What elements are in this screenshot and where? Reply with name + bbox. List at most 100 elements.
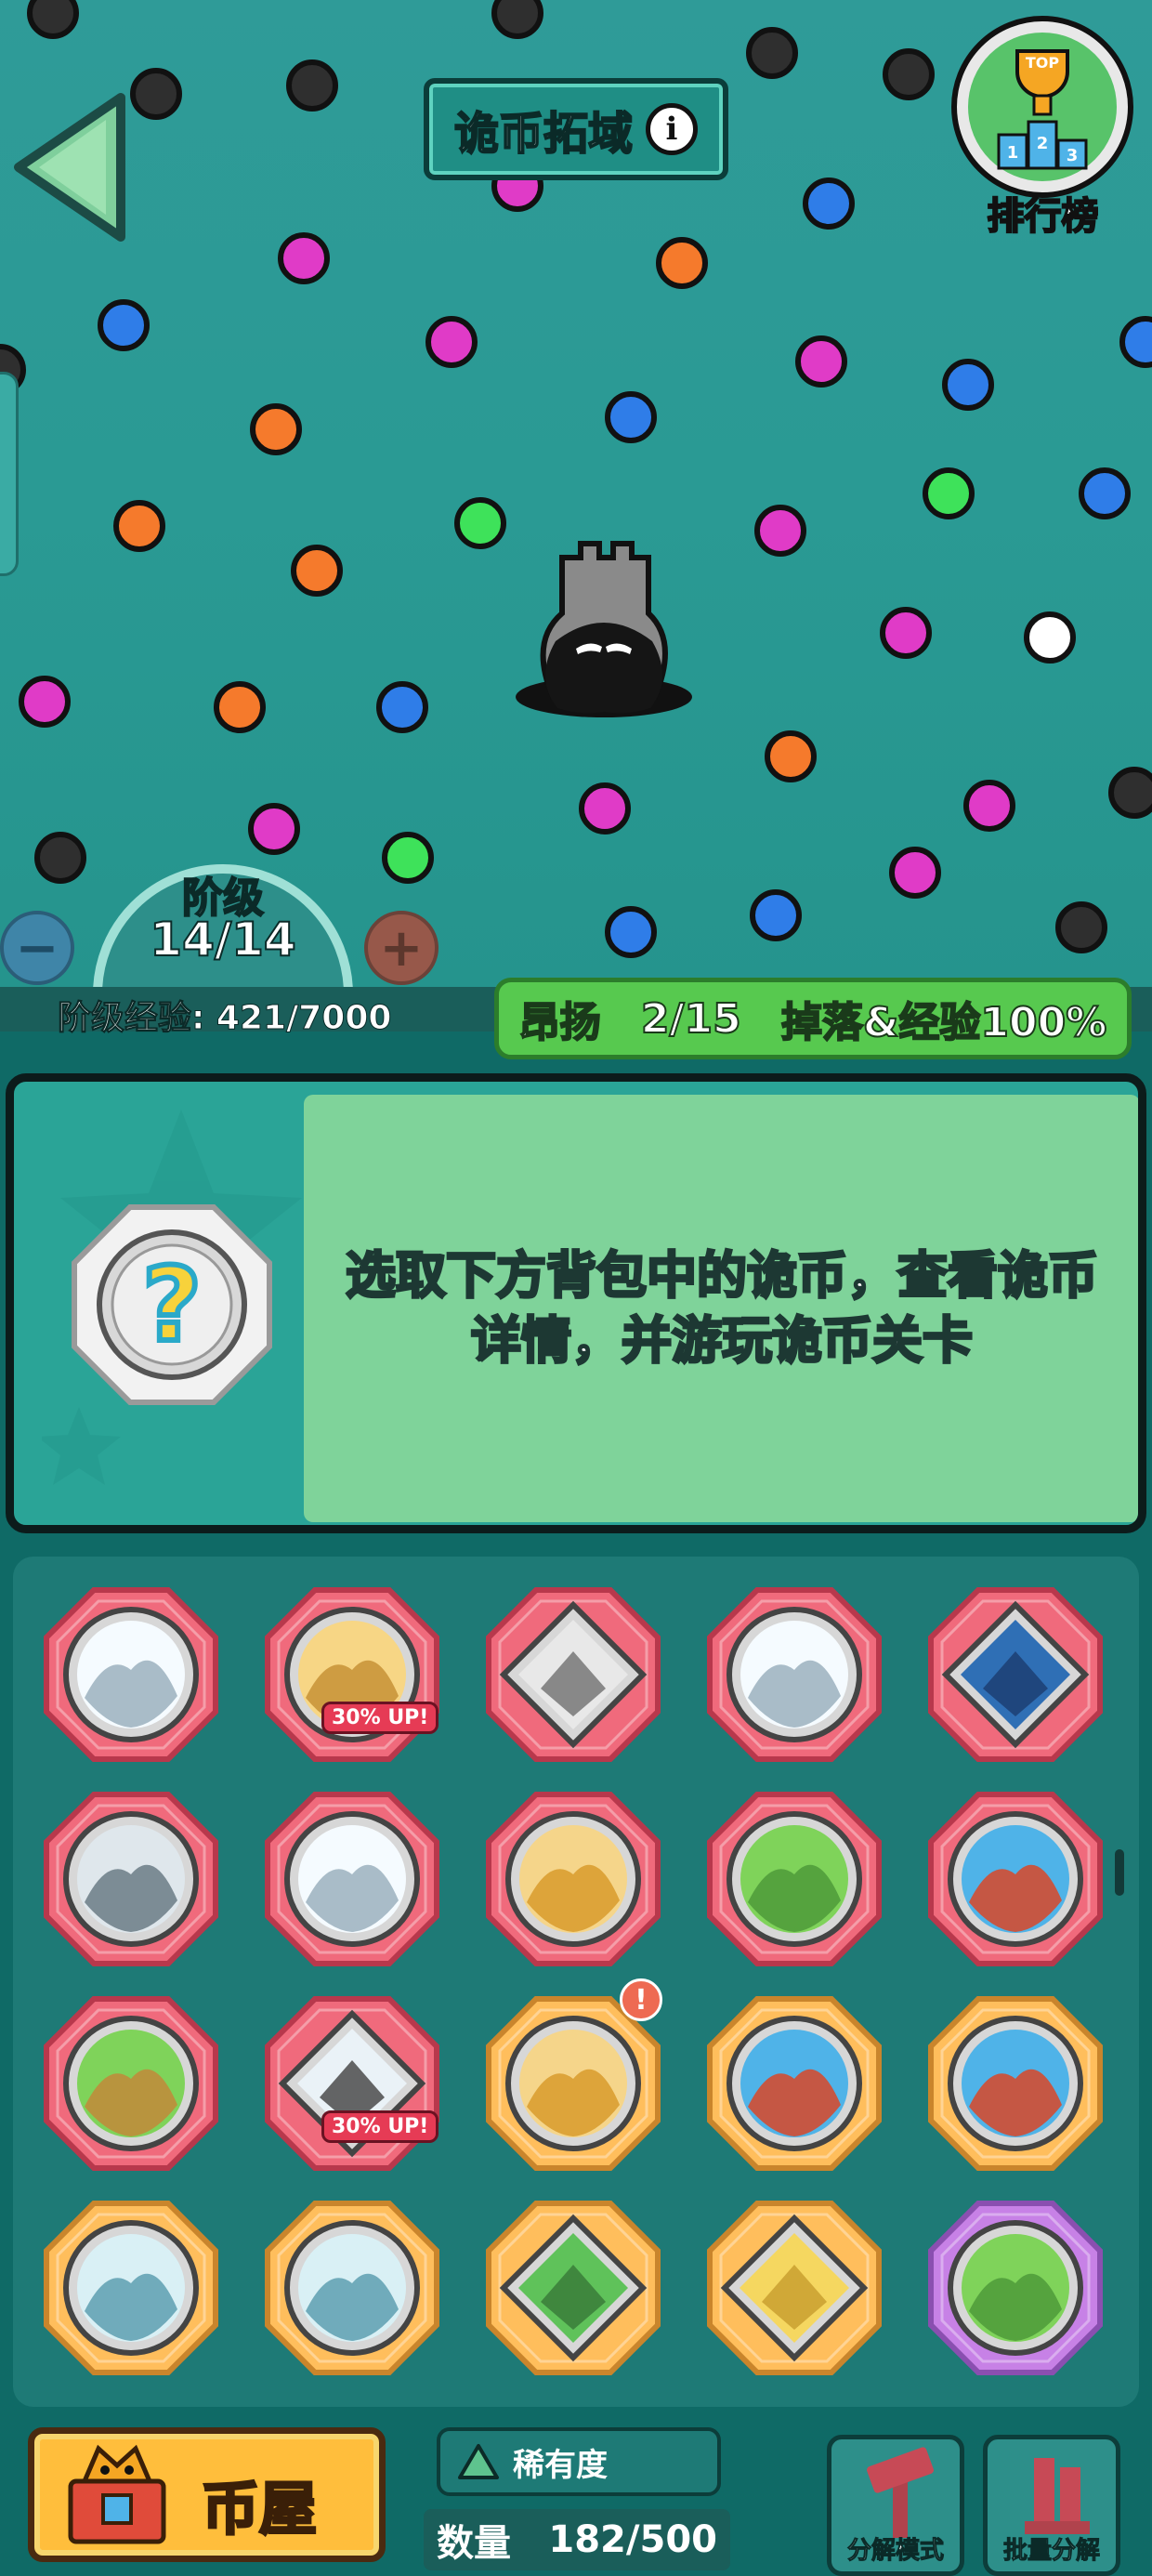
- orb: [1107, 766, 1152, 819]
- coin-slot[interactable]: [43, 1995, 219, 2172]
- graveyard-tower-coin-icon: [44, 1792, 218, 1966]
- orb: [250, 402, 303, 455]
- orb: [425, 315, 478, 368]
- side-drawer-tab[interactable]: [0, 372, 19, 576]
- orb: [491, 0, 544, 40]
- coin-grid: 30% UP! 30% UP!!: [43, 1586, 1111, 2385]
- orb: [879, 607, 932, 660]
- count-value: 182/500: [548, 2518, 717, 2561]
- buff-progress: 2/15: [640, 994, 742, 1044]
- orb: [214, 680, 267, 733]
- bonus-badge: 30% UP!: [321, 1702, 439, 1734]
- coin-slot[interactable]: [706, 1995, 883, 2172]
- batch-disassemble-label: 批量分解: [1002, 2537, 1100, 2566]
- shadow-tower-character-icon[interactable]: [511, 530, 697, 725]
- coin-inventory-panel[interactable]: 30% UP! 30% UP!!: [13, 1557, 1139, 2407]
- orb: [941, 358, 994, 411]
- orb: [286, 59, 339, 112]
- orb: [1024, 611, 1077, 664]
- snowy-gallows-coin-icon: [265, 1996, 439, 2171]
- play-field[interactable]: 诡币拓域 i TOP 1 2 3 排行榜 阶级 14/14 − +: [0, 0, 1152, 987]
- snow-tower-coin-icon: [265, 1792, 439, 1966]
- ancient-temple-coin-icon: [707, 2201, 882, 2375]
- coin-slot[interactable]: [43, 1586, 219, 1763]
- orb: [795, 335, 848, 388]
- orb: [922, 467, 975, 519]
- volcano-coin-icon: [707, 1996, 882, 2171]
- orb: [1078, 467, 1131, 519]
- batch-hammer-icon: [1025, 2458, 1090, 2534]
- stage-dial: 阶级 14/14: [84, 855, 362, 987]
- jungle-tower-coin-icon: [486, 2201, 661, 2375]
- svg-text:?: ?: [142, 1245, 202, 1364]
- coin-slot[interactable]: [927, 2200, 1104, 2376]
- disassemble-mode-button[interactable]: 分解模式: [827, 2435, 964, 2576]
- coin-slot[interactable]: !: [485, 1978, 662, 2172]
- coin-slot[interactable]: 30% UP!: [264, 1586, 440, 1763]
- coin-slot[interactable]: [706, 1791, 883, 1967]
- stage-increase-button[interactable]: +: [364, 911, 439, 985]
- coin-slot[interactable]: [706, 2200, 883, 2376]
- coin-slot[interactable]: 30% UP!: [264, 1995, 440, 2172]
- coin-slot[interactable]: [927, 1586, 1104, 1763]
- leaderboard-label: 排行榜: [987, 194, 1100, 239]
- orb: [278, 231, 331, 284]
- coin-slot[interactable]: [264, 1791, 440, 1967]
- orb: [97, 299, 150, 352]
- coin-slot[interactable]: [43, 1791, 219, 1967]
- coin-slot[interactable]: [264, 2200, 440, 2376]
- question-coin-icon: ?: [72, 1204, 272, 1405]
- orb: [656, 237, 709, 290]
- orb: [605, 905, 658, 958]
- mode-title: 诡币拓域: [453, 107, 634, 161]
- volcano-coin-icon: [928, 1996, 1103, 2171]
- coin-slot[interactable]: [927, 1791, 1104, 1967]
- orb: [248, 802, 301, 855]
- orb: [381, 832, 434, 885]
- orb: [889, 847, 942, 900]
- podium-number: 1: [1007, 143, 1019, 163]
- buff-name: 昂扬: [518, 998, 602, 1047]
- orb: [802, 177, 855, 230]
- back-arrow-icon[interactable]: [9, 88, 130, 246]
- disassemble-mode-label: 分解模式: [846, 2537, 944, 2566]
- coin-slot[interactable]: [43, 2200, 219, 2376]
- snow-tower-coin-icon: [707, 1587, 882, 1762]
- inventory-count: 数量 182/500: [424, 2509, 730, 2570]
- bonus-badge: 30% UP!: [321, 2110, 439, 2143]
- snow-mountain-coin-icon: [265, 2201, 439, 2375]
- info-icon[interactable]: i: [646, 103, 698, 155]
- scrollbar[interactable]: [1115, 1849, 1124, 1896]
- coin-slot[interactable]: [706, 1586, 883, 1763]
- orb: [883, 47, 936, 100]
- coin-slot[interactable]: [485, 2200, 661, 2376]
- stage-decrease-button[interactable]: −: [0, 911, 74, 985]
- buff-effect: 掉落&经验100%: [780, 998, 1107, 1047]
- rarity-sort-button[interactable]: 稀有度: [437, 2427, 721, 2496]
- orb: [130, 67, 183, 120]
- orb: [764, 729, 817, 782]
- orb: [754, 505, 807, 558]
- orb: [746, 26, 799, 79]
- stage-value: 14/14: [149, 912, 296, 967]
- coin-house-button[interactable]: 币屋: [28, 2427, 386, 2562]
- rarity-sort-label: 稀有度: [513, 2446, 608, 2484]
- volcano-coin-icon: [928, 1792, 1103, 1966]
- leaderboard-button[interactable]: TOP 1 2 3 排行榜: [943, 14, 1143, 242]
- orb: [1054, 900, 1107, 953]
- info-prompt: 选取下方背包中的诡币，查看诡币详情，并游玩诡币关卡: [345, 1244, 1100, 1371]
- batch-disassemble-button[interactable]: 批量分解: [983, 2435, 1120, 2576]
- pyramids-coin-icon: [486, 1996, 661, 2171]
- podium-number: 2: [1037, 134, 1049, 153]
- coin-slot[interactable]: [485, 1586, 661, 1763]
- orb: [749, 889, 802, 942]
- coin-slot[interactable]: [927, 1995, 1104, 2172]
- snow-mountain-coin-icon: [44, 2201, 218, 2375]
- orb: [34, 832, 87, 885]
- sphinx-coin-icon: [265, 1587, 439, 1762]
- orb: [18, 676, 71, 729]
- mode-title-plate: 诡币拓域 i: [424, 78, 728, 180]
- coin-info-panel: ? 选取下方背包中的诡币，查看诡币详情，并游玩诡币关卡: [6, 1073, 1146, 1533]
- orb: [376, 680, 429, 733]
- coin-slot[interactable]: [485, 1791, 661, 1967]
